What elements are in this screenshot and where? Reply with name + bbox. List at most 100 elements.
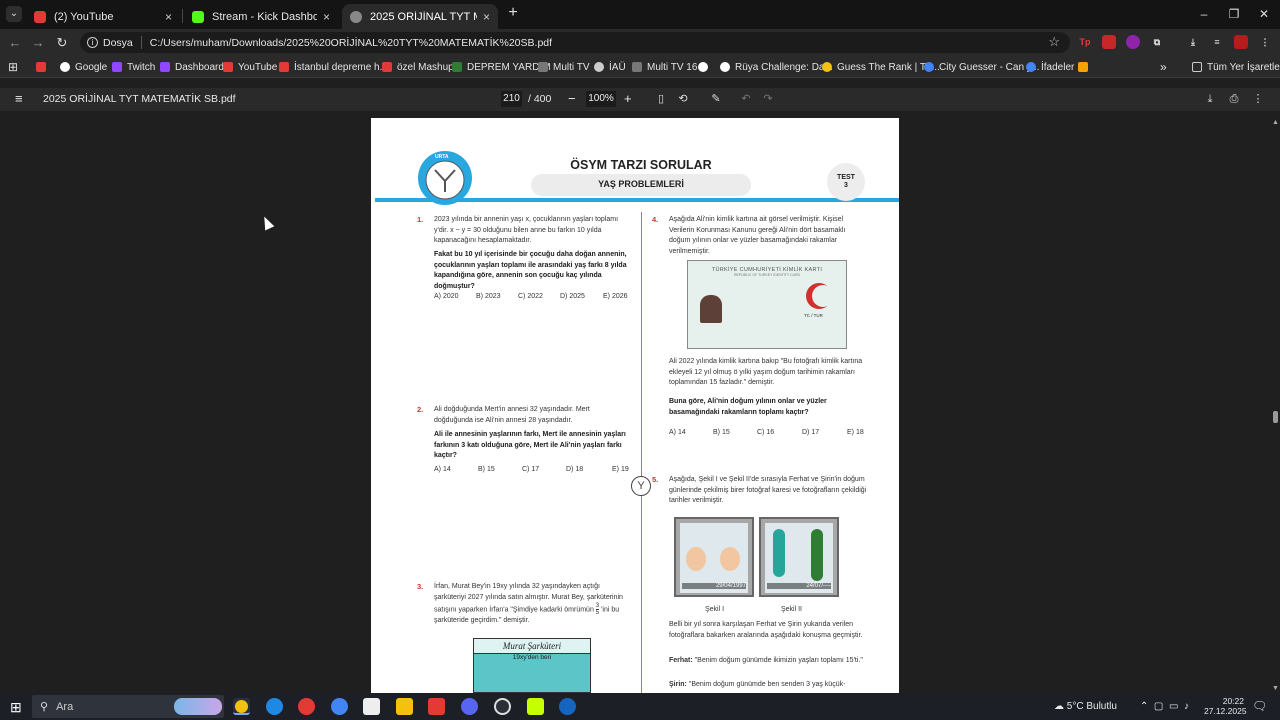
tab-kick[interactable]: Stream - Kick Dashboard × [184, 4, 338, 29]
bookmark-item[interactable]: İAÜ [594, 59, 626, 75]
extension-red-icon[interactable] [1102, 35, 1116, 49]
globe-icon [1026, 62, 1036, 72]
windows-start-icon[interactable]: ⊞ [10, 699, 22, 716]
tab-youtube[interactable]: (2) YouTube × [26, 4, 180, 29]
zoom-input[interactable]: 100% [586, 91, 616, 107]
file-explorer-icon[interactable] [396, 698, 413, 715]
kick-icon [192, 10, 204, 23]
menu-kebab-icon[interactable]: ⋮ [1258, 35, 1272, 49]
back-icon[interactable]: ← [6, 34, 24, 52]
tab-close-icon[interactable]: × [483, 10, 490, 24]
search-highlight-image [174, 698, 222, 715]
tab-close-icon[interactable]: × [165, 10, 172, 24]
tab-search-button[interactable]: ⌄ [6, 6, 22, 22]
download-icon[interactable]: ⤓ [1203, 92, 1217, 106]
center-logo-icon: Y [631, 476, 651, 496]
extensions-icon[interactable]: ⧉ [1150, 35, 1164, 49]
bookmark-item[interactable]: City Guesser - Can y... [924, 59, 1039, 75]
profile-icon[interactable] [1234, 35, 1248, 49]
question-number: 1. [417, 215, 424, 224]
cloud-icon: ☁ [1054, 701, 1064, 712]
reload-icon[interactable]: ↻ [53, 34, 71, 52]
minimize-button[interactable]: – [1194, 5, 1214, 23]
q4-option-d: D) 17 [802, 429, 820, 436]
question-1-prompt: Fakat bu 10 yıl içerisinde bir çocuğu da… [434, 251, 627, 290]
bookmark-item[interactable]: özel Mashup [382, 59, 454, 75]
rotate-icon[interactable]: ⟲ [676, 92, 690, 106]
download-icon[interactable]: ⤓ [1186, 35, 1200, 49]
iau-icon [594, 62, 604, 72]
twitch-icon [112, 62, 122, 72]
fit-page-icon[interactable]: ▯ [654, 92, 668, 106]
more-icon[interactable]: ⋮ [1251, 92, 1265, 106]
pdf-menu-button[interactable]: ≡ [15, 91, 23, 106]
weather-widget[interactable]: ☁ 5°C Bulutlu [1054, 701, 1117, 712]
apps-grid-icon[interactable]: ⊞ [8, 59, 18, 75]
notification-icon[interactable]: 🗨 [1252, 699, 1267, 713]
browser-toolbar: ← → ↻ i Dosya C:/Users/muham/Downloads/2… [0, 29, 1280, 56]
discord-icon[interactable] [461, 698, 478, 715]
extension-purple-icon[interactable] [1126, 35, 1140, 49]
scrollbar[interactable]: ▲ ▼ [1270, 119, 1280, 693]
column-divider [641, 212, 642, 693]
copilot-icon[interactable] [331, 698, 348, 715]
clock[interactable]: 20:22 27.12.2025 [1204, 696, 1247, 716]
bookmark-item[interactable]: Twitch [112, 59, 155, 75]
new-tab-button[interactable]: + [505, 5, 521, 22]
edge-icon[interactable] [266, 698, 283, 715]
redo-icon[interactable]: ↷ [761, 92, 775, 106]
bookmark-item[interactable]: DEPREM YARDIM [452, 59, 551, 75]
q2-option-a: A) 14 [434, 466, 451, 473]
bookmark-item[interactable]: Rüya Challenge: Da... [720, 59, 833, 75]
search-placeholder: Ara [56, 700, 74, 713]
reading-list-icon[interactable]: ≡ [1210, 35, 1224, 49]
maximize-button[interactable]: ❐ [1224, 5, 1244, 23]
store-icon[interactable] [363, 698, 380, 715]
site-info-chip[interactable]: i Dosya [87, 37, 133, 49]
photo-1-date: 29/04/1997 [682, 583, 746, 589]
bookmark-item[interactable]: Multi TV 16 [632, 59, 697, 75]
bookmark-item[interactable]: İstanbul depreme h... [279, 59, 388, 75]
q4-option-a: A) 14 [669, 429, 686, 436]
bookmark-item[interactable]: Guess The Rank | Th... [822, 59, 940, 75]
zoom-out-button[interactable]: − [568, 91, 576, 106]
folder-icon [1192, 62, 1202, 72]
youtube-app-icon[interactable] [428, 698, 445, 715]
bookmark-item[interactable]: Google [60, 59, 107, 75]
forward-icon[interactable]: → [29, 34, 47, 52]
steam-icon[interactable] [559, 698, 576, 715]
globe-icon [350, 10, 362, 23]
youtube-icon [34, 10, 46, 23]
zoom-in-button[interactable]: + [624, 91, 632, 106]
id-card-subtitle: REPUBLIC OF TURKEY IDENTITY CARD [733, 273, 801, 277]
window-close-button[interactable]: ✕ [1254, 5, 1274, 23]
extension-tp-icon[interactable]: Tp [1078, 35, 1092, 49]
bookmark-item[interactable] [36, 59, 51, 75]
obs-icon[interactable] [494, 698, 511, 715]
taskbar-search[interactable]: ⚲ Ara [32, 695, 224, 718]
chrome-icon[interactable] [233, 698, 250, 715]
bookmark-item[interactable]: YouTube [223, 59, 277, 75]
tab-close-icon[interactable]: × [323, 10, 330, 24]
bookmark-item[interactable]: Dashboard [160, 59, 224, 75]
vim-icon[interactable] [527, 698, 544, 715]
tab-pdf[interactable]: 2025 ORİJİNAL TYT MATEMATİK × [342, 4, 498, 29]
tray-icons[interactable]: ⌃ ▢ ▭ ♪ [1140, 701, 1189, 712]
scrollbar-thumb[interactable] [1273, 411, 1278, 423]
bookmark-item[interactable]: İfadeler [1026, 59, 1074, 75]
bookmark-item[interactable]: Multi TV [538, 59, 590, 75]
annotate-icon[interactable]: ✎ [709, 92, 723, 106]
bookmarks-overflow-button[interactable]: » [1160, 59, 1167, 75]
bookmark-item[interactable] [698, 59, 713, 75]
all-bookmarks-button[interactable]: Tüm Yer İşaretleri [1192, 59, 1280, 75]
question-number: 4. [652, 215, 659, 224]
q1-option-b: B) 2023 [476, 293, 501, 300]
question-4-text: Aşağıda Ali'nin kimlik kartına ait görse… [669, 216, 846, 255]
bookmark-item[interactable] [1078, 59, 1093, 75]
opera-icon[interactable] [298, 698, 315, 715]
address-bar[interactable]: i Dosya C:/Users/muham/Downloads/2025%20… [80, 32, 1070, 53]
undo-icon[interactable]: ↶ [739, 92, 753, 106]
bookmark-star-icon[interactable]: ☆ [1048, 34, 1060, 50]
page-number-input[interactable]: 210 [501, 91, 522, 107]
print-icon[interactable]: ⎙ [1227, 92, 1241, 106]
